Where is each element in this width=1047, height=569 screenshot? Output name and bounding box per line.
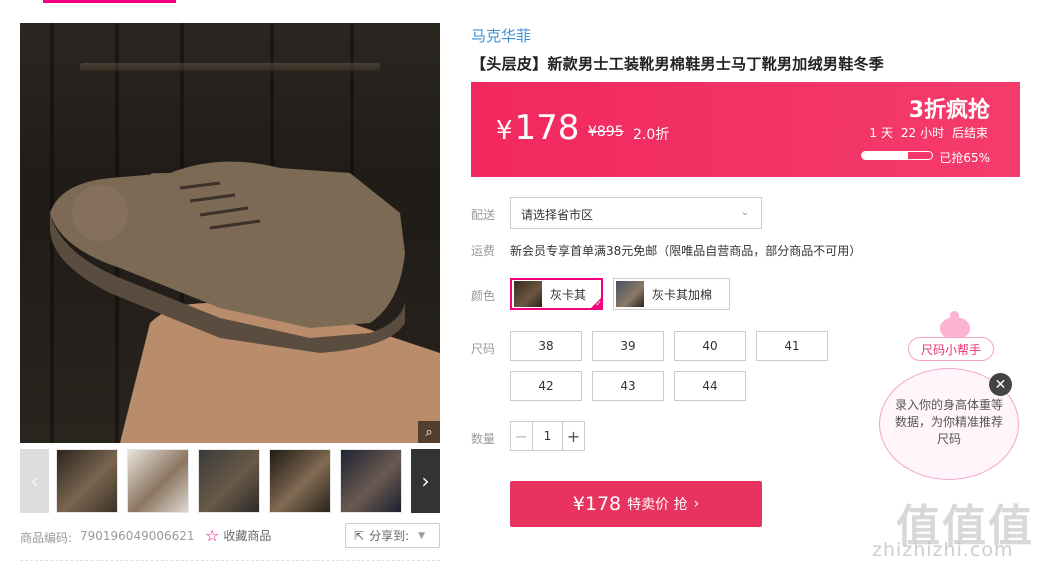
sold-progress-bar — [861, 151, 933, 160]
price-banner: ¥178 ¥895 2.0折 3折疯抢 1天 22 小时 后结束 已抢65% — [471, 82, 1020, 177]
color-label: 颜色 — [471, 289, 496, 303]
promo-title: 3折疯抢 — [908, 98, 990, 123]
size-helper-button[interactable]: 尺码小帮手 — [908, 337, 995, 361]
product-meta-row: 商品编码: 790196049006621 ☆ 收藏商品 ⇱ 分享到: ▼ — [20, 522, 440, 552]
countdown: 1天 22 小时 后结束 — [869, 126, 988, 140]
size-option[interactable]: 41 — [756, 331, 828, 361]
quantity-input[interactable]: 1 — [533, 422, 562, 450]
close-icon[interactable]: ✕ — [989, 373, 1012, 396]
mascot-icon — [940, 311, 970, 339]
shipping-text: 新会员专享首单满38元免邮（限唯品自营商品，部分商品不可用） — [510, 244, 862, 258]
caret-down-icon: ▼ — [418, 530, 426, 541]
region-select[interactable]: 请选择省市区 ⌄ — [510, 197, 762, 229]
favorite-label: 收藏商品 — [223, 529, 272, 543]
size-option[interactable]: 43 — [592, 371, 664, 401]
product-code-label: 商品编码: — [20, 531, 73, 545]
share-icon: ⇱ — [354, 528, 365, 543]
product-title: 【头层皮】新款男士工装靴男棉鞋男士马丁靴男加绒男鞋冬季 — [471, 55, 885, 73]
thumbnail[interactable] — [340, 449, 402, 513]
chevron-right-icon[interactable]: › — [411, 449, 440, 513]
thumbnail[interactable] — [269, 449, 331, 513]
magnifier-icon[interactable]: ⌕ — [418, 421, 440, 443]
watermark-url: zhizhizhi.com — [872, 539, 1014, 561]
size-label: 尺码 — [471, 342, 496, 356]
color-option-gray-khaki[interactable]: 灰卡其 — [510, 278, 603, 310]
color-swatch — [514, 281, 542, 307]
discount-rate: 2.0折 — [633, 127, 670, 143]
share-label: 分享到: — [369, 529, 410, 543]
product-code-value: 790196049006621 — [80, 529, 195, 543]
size-option[interactable]: 44 — [674, 371, 746, 401]
color-option-gray-khaki-padded[interactable]: 灰卡其加棉 — [613, 278, 730, 310]
active-tab-indicator — [43, 0, 176, 3]
delivery-label: 配送 — [471, 208, 496, 222]
size-option[interactable]: 40 — [674, 331, 746, 361]
main-product-image[interactable]: ⌕ — [20, 23, 440, 443]
star-icon: ☆ — [205, 525, 220, 545]
share-dropdown[interactable]: ⇱ 分享到: ▼ — [345, 523, 440, 548]
shipping-label: 运费 — [471, 244, 496, 258]
size-option[interactable]: 38 — [510, 331, 582, 361]
thumbnail[interactable] — [127, 449, 189, 513]
plus-icon[interactable]: + — [562, 422, 584, 450]
chevron-down-icon: ⌄ — [740, 207, 749, 218]
thumbnail[interactable] — [56, 449, 118, 513]
minus-icon[interactable]: − — [511, 422, 533, 450]
chevron-left-icon[interactable]: ‹ — [20, 449, 49, 513]
size-option[interactable]: 39 — [592, 331, 664, 361]
favorite-button[interactable]: ☆ 收藏商品 — [205, 527, 271, 544]
quantity-stepper: − 1 + — [510, 421, 585, 451]
chevron-right-icon: › — [693, 496, 700, 512]
thumbnail[interactable] — [198, 449, 260, 513]
brand-link[interactable]: 马克华菲 — [471, 25, 531, 46]
current-price: ¥178 — [496, 108, 580, 148]
buy-button[interactable]: ¥178 特卖价 抢 › — [510, 481, 762, 527]
divider — [20, 560, 440, 561]
quantity-label: 数量 — [471, 432, 496, 446]
color-swatch — [616, 281, 644, 307]
thumbnail-strip: ‹ › — [20, 449, 440, 513]
sold-percent-label: 已抢65% — [939, 151, 990, 165]
original-price: ¥895 — [588, 124, 624, 140]
size-option[interactable]: 42 — [510, 371, 582, 401]
selected-check-icon — [589, 296, 603, 310]
